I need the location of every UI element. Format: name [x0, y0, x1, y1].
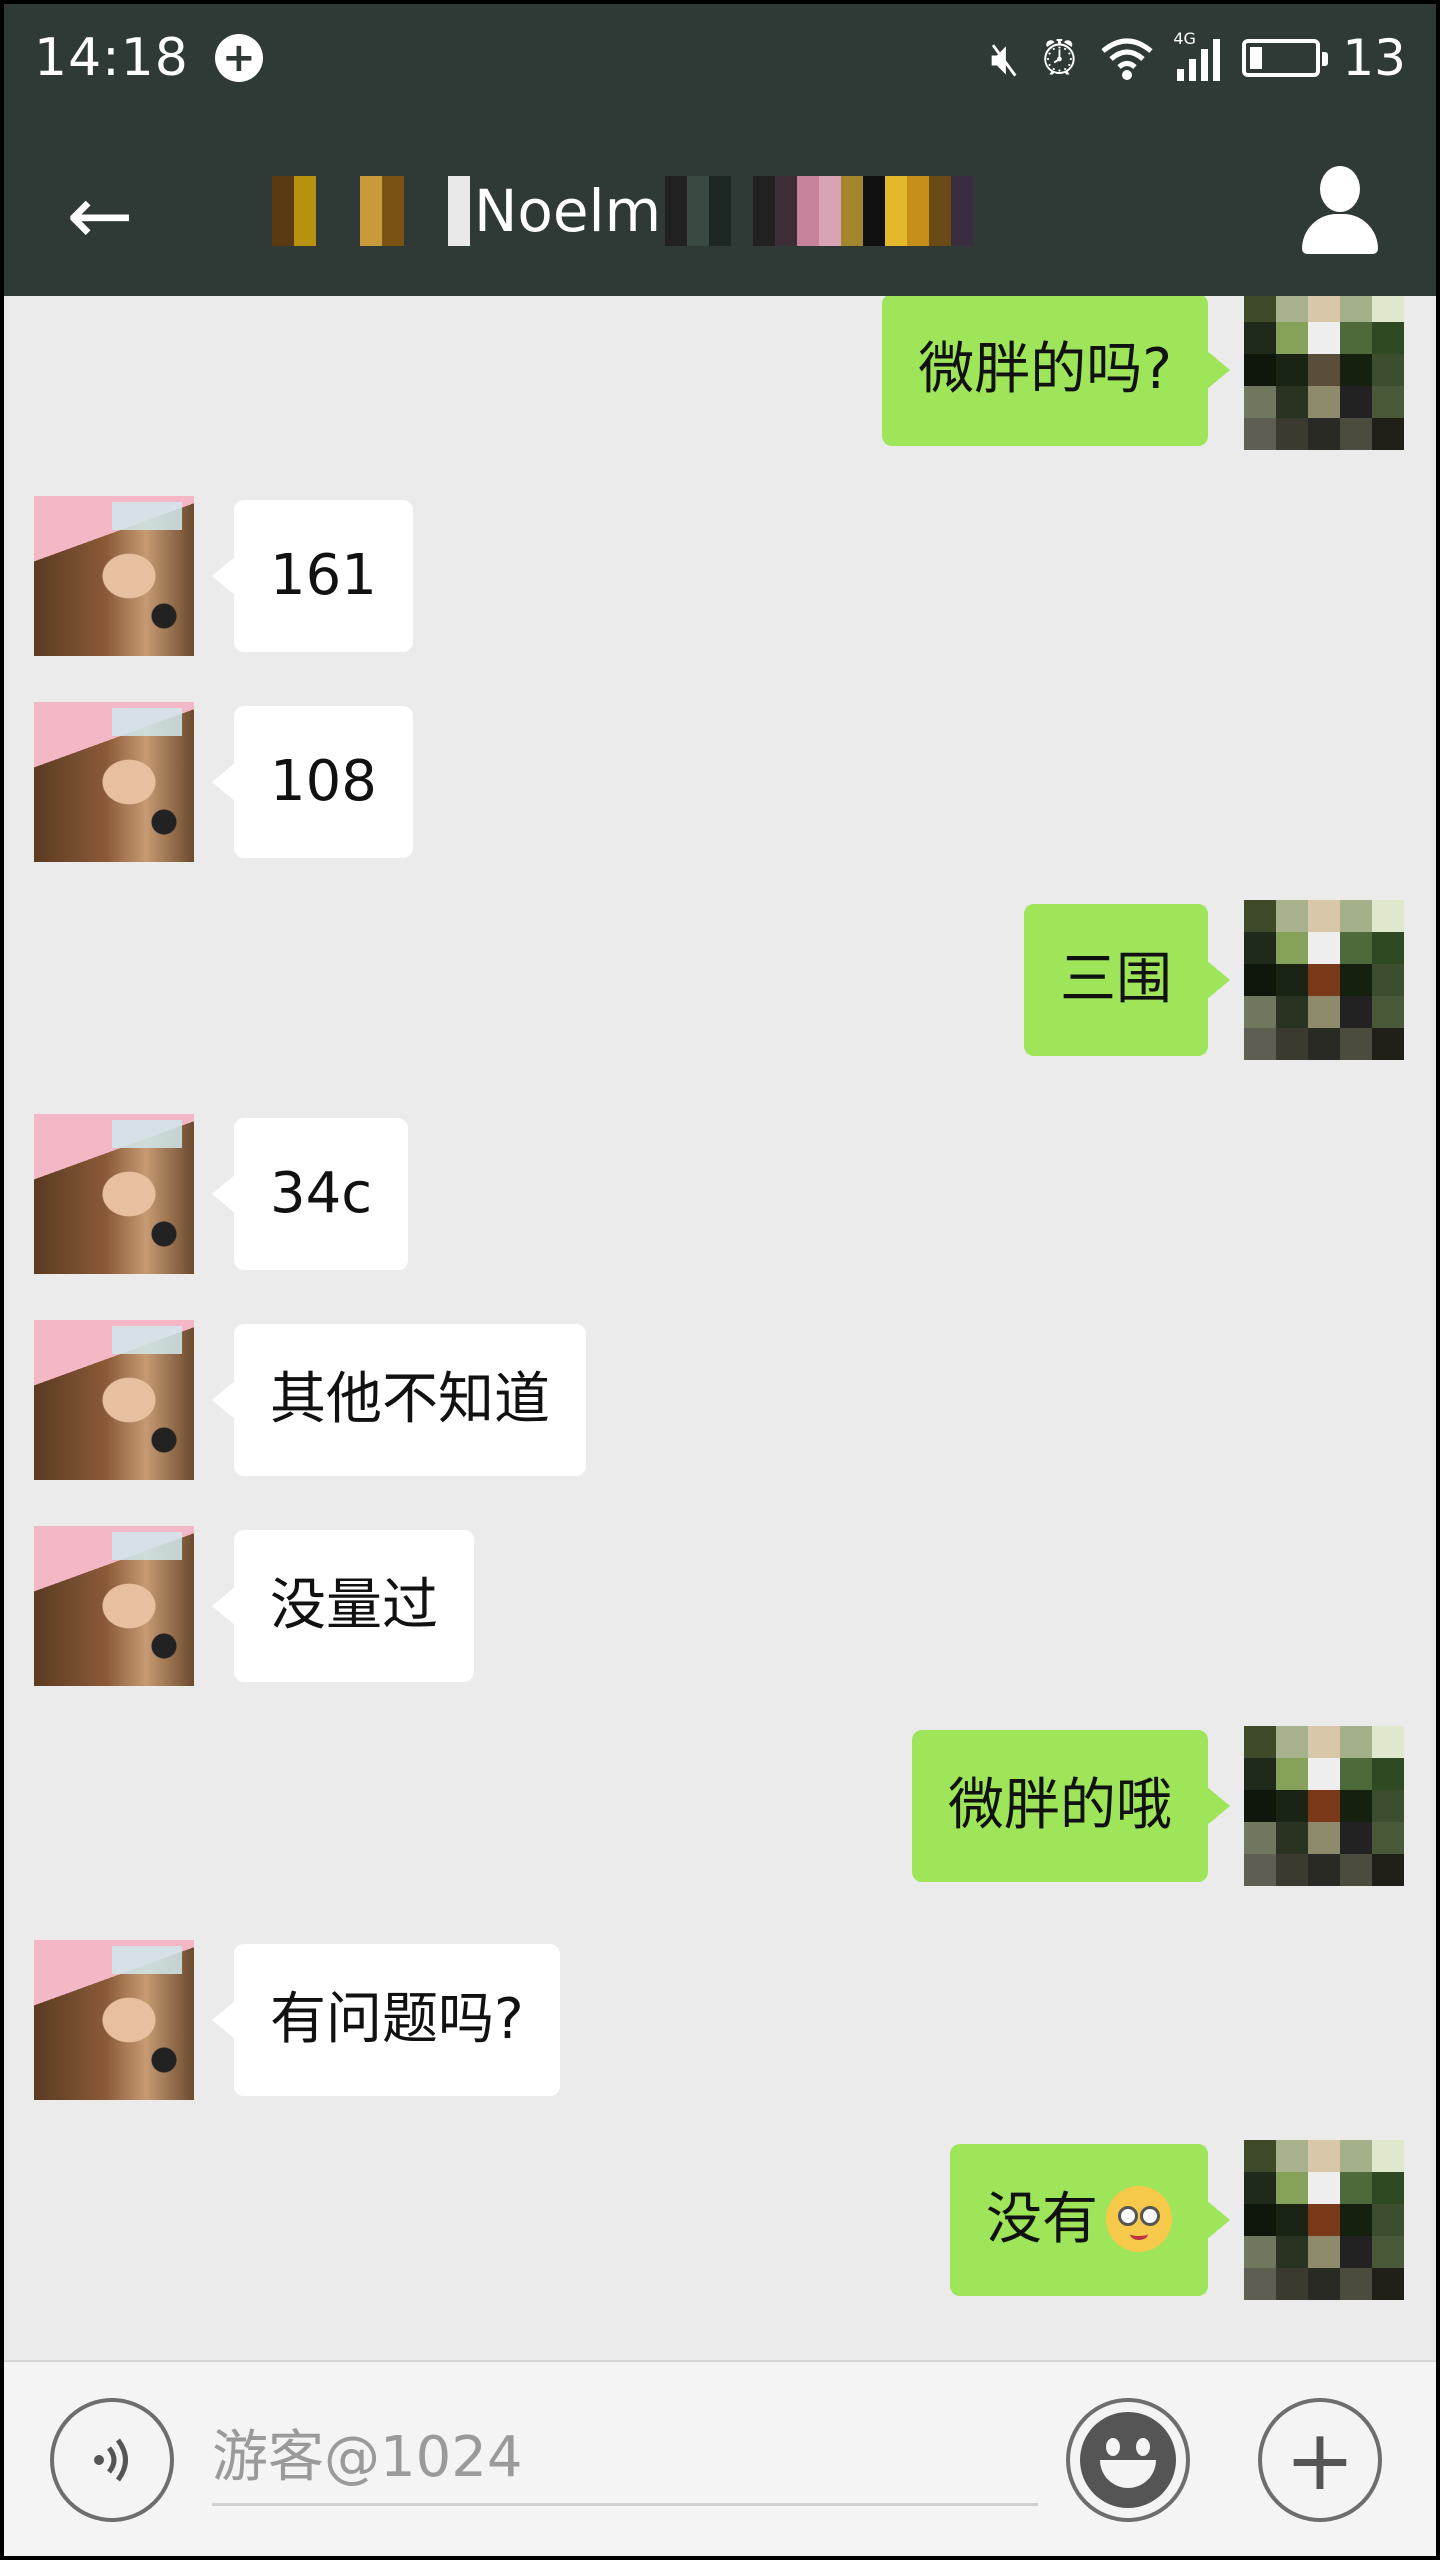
sent-bubble[interactable]: 三围: [1024, 904, 1230, 1056]
received-bubble[interactable]: 108: [212, 706, 413, 858]
signal-icon: 4G: [1173, 29, 1221, 81]
chat-header: ← Noelm: [0, 116, 1440, 296]
chat-area[interactable]: 微胖的吗? 161 108 三围 34c 其他不知道 没量过 微胖的哦 有问题吗…: [0, 296, 1440, 2360]
profile-icon[interactable]: [1290, 156, 1390, 266]
embarrassed-emoji-icon: [1106, 2185, 1172, 2252]
my-avatar[interactable]: [1244, 900, 1404, 1060]
sent-bubble[interactable]: 没有: [950, 2144, 1230, 2296]
contact-avatar[interactable]: [34, 1940, 194, 2100]
emoji-icon[interactable]: [1066, 2398, 1190, 2522]
input-bar: +: [0, 2360, 1440, 2560]
contact-avatar[interactable]: [34, 1320, 194, 1480]
contact-avatar[interactable]: [34, 1526, 194, 1686]
received-bubble[interactable]: 34c: [211, 1118, 409, 1270]
received-bubble[interactable]: 没量过: [212, 1530, 474, 1682]
battery-icon: [1242, 39, 1329, 77]
voice-wave-icon: [94, 2438, 128, 2482]
contact-avatar[interactable]: [34, 1114, 194, 1274]
wifi-icon: [1101, 38, 1153, 80]
redacted-name-suffix: [665, 176, 974, 246]
network-type-label: 4G: [1173, 29, 1196, 48]
redacted-name-prefix: [250, 176, 470, 246]
my-avatar[interactable]: [1244, 1726, 1404, 1886]
received-bubble[interactable]: 有问题吗?: [212, 1944, 560, 2096]
notification-icon: +: [214, 34, 263, 82]
status-time: 14:18: [34, 28, 189, 88]
contact-avatar[interactable]: [34, 702, 194, 862]
sent-bubble-text: 没有: [986, 2187, 1098, 2252]
my-avatar[interactable]: [1244, 2140, 1404, 2300]
contact-name: Noelm: [474, 177, 662, 245]
chat-title: Noelm: [250, 161, 974, 261]
alarm-icon: ⏰︎: [1041, 31, 1078, 85]
contact-avatar[interactable]: [34, 496, 194, 656]
mute-icon: 🔇︎: [990, 31, 1020, 85]
sent-bubble[interactable]: 微胖的吗?: [882, 296, 1230, 446]
battery-level: 13: [1342, 29, 1406, 87]
message-input[interactable]: [212, 2416, 1038, 2506]
plus-icon[interactable]: +: [1258, 2398, 1382, 2522]
received-bubble[interactable]: 其他不知道: [212, 1324, 586, 1476]
voice-icon[interactable]: [50, 2398, 174, 2522]
my-avatar[interactable]: [1244, 296, 1404, 450]
back-arrow-icon[interactable]: ←: [50, 166, 150, 266]
received-bubble[interactable]: 161: [212, 500, 413, 652]
sent-bubble[interactable]: 微胖的哦: [912, 1730, 1230, 1882]
status-bar: 14:18 + 🔇︎ ⏰︎ 4G 13: [0, 0, 1440, 116]
